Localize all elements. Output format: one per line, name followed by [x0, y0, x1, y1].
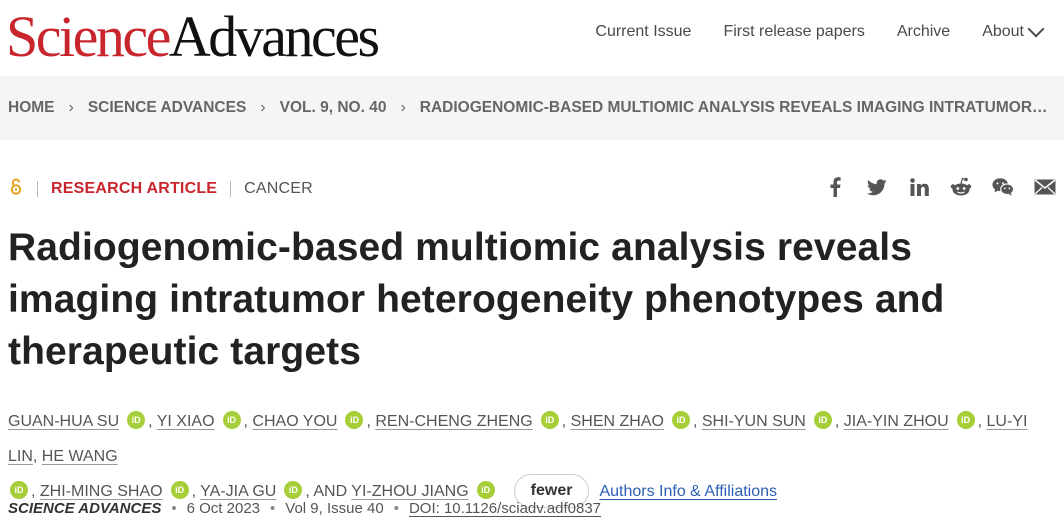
chevron-right-icon: ›	[400, 99, 406, 116]
article-title: Radiogenomic-based multiomic analysis re…	[8, 226, 945, 373]
nav-about-label: About	[982, 23, 1024, 40]
open-access-icon	[8, 178, 24, 200]
breadcrumb-home[interactable]: HOME	[8, 99, 55, 117]
chevron-right-icon: ›	[260, 99, 266, 116]
separator-dot: •	[171, 500, 177, 517]
main-nav: Current Issue First release papers Archi…	[595, 20, 1045, 41]
breadcrumb-issue[interactable]: VOL. 9, NO. 40	[280, 99, 387, 117]
logo-advances: Advances	[168, 4, 380, 69]
author-link[interactable]: SHEN ZHAO	[571, 413, 664, 430]
chevron-right-icon: ›	[68, 99, 74, 116]
reddit-icon[interactable]	[950, 176, 972, 198]
twitter-icon[interactable]	[866, 176, 888, 198]
divider	[230, 181, 232, 197]
orcid-icon[interactable]: iD	[10, 480, 28, 499]
orcid-icon[interactable]: iD	[222, 410, 241, 429]
nav-current-issue[interactable]: Current Issue	[595, 23, 691, 41]
separator-dot: •	[270, 500, 276, 517]
email-icon[interactable]	[1034, 176, 1056, 198]
orcid-icon[interactable]: iD	[476, 480, 495, 499]
author-link[interactable]: JIA-YIN ZHOU	[844, 413, 949, 430]
author-link[interactable]: ZHI-MING SHAO	[40, 483, 163, 500]
author-link[interactable]: CHAO YOU	[252, 413, 337, 430]
orcid-icon[interactable]: iD	[127, 410, 146, 429]
breadcrumb-journal[interactable]: SCIENCE ADVANCES	[88, 99, 246, 117]
site-logo[interactable]: ScienceAdvances	[6, 2, 380, 72]
facebook-icon[interactable]	[824, 176, 846, 198]
breadcrumb-article: RADIOGENOMIC-BASED MULTIOMIC ANALYSIS RE…	[419, 99, 1048, 116]
orcid-icon[interactable]: iD	[540, 410, 559, 429]
orcid-icon[interactable]: iD	[170, 480, 189, 499]
and-label: AND	[313, 483, 348, 500]
chevron-down-icon	[1027, 20, 1045, 38]
author-link[interactable]: HE WANG	[42, 448, 118, 465]
nav-about[interactable]: About	[982, 20, 1045, 41]
author-link[interactable]: YI-ZHOU JIANG	[351, 483, 468, 500]
separator-dot: •	[393, 500, 399, 517]
author-list: GUAN-HUA SU iD, YI XIAO iD, CHAO YOU iD, RE…	[8, 404, 1058, 509]
breadcrumb-bar: HOME › SCIENCE ADVANCES › VOL. 9, NO. 40…	[0, 76, 1064, 140]
nav-first-release-papers[interactable]: First release papers	[723, 23, 864, 41]
orcid-icon[interactable]: iD	[813, 410, 832, 429]
article-subject[interactable]: CANCER	[244, 180, 313, 198]
orcid-icon[interactable]: iD	[284, 480, 303, 499]
article-type[interactable]: RESEARCH ARTICLE	[51, 180, 217, 198]
volume-issue[interactable]: Vol 9, Issue 40	[285, 500, 383, 517]
publication-date: 6 Oct 2023	[186, 500, 261, 517]
breadcrumb: HOME › SCIENCE ADVANCES › VOL. 9, NO. 40…	[8, 99, 1048, 117]
author-link[interactable]: YI XIAO	[157, 413, 215, 430]
linkedin-icon[interactable]	[908, 176, 930, 198]
author-link[interactable]: GUAN-HUA SU	[8, 413, 119, 430]
orcid-icon[interactable]: iD	[345, 410, 364, 429]
doi-link[interactable]: DOI: 10.1126/sciadv.adf0837	[409, 500, 601, 517]
orcid-icon[interactable]: iD	[671, 410, 690, 429]
site-header: ScienceAdvances Current Issue First rele…	[0, 0, 1064, 76]
nav-archive[interactable]: Archive	[897, 23, 950, 41]
author-link[interactable]: YA-JIA GU	[200, 483, 276, 500]
wechat-icon[interactable]	[992, 176, 1014, 198]
orcid-icon[interactable]: iD	[956, 410, 975, 429]
author-link[interactable]: REN-CHENG ZHENG	[375, 413, 532, 430]
authors-affiliations-link[interactable]: Authors Info & Affiliations	[599, 483, 777, 500]
journal-name[interactable]: SCIENCE ADVANCES	[8, 500, 161, 517]
article-meta: RESEARCH ARTICLE CANCER	[8, 178, 313, 200]
share-bar	[824, 176, 1056, 198]
logo-science: Science	[6, 4, 171, 69]
divider	[37, 181, 38, 197]
author-link[interactable]: SHI-YUN SUN	[702, 413, 806, 430]
citation-line: SCIENCE ADVANCES • 6 Oct 2023 • Vol 9, I…	[8, 500, 601, 517]
